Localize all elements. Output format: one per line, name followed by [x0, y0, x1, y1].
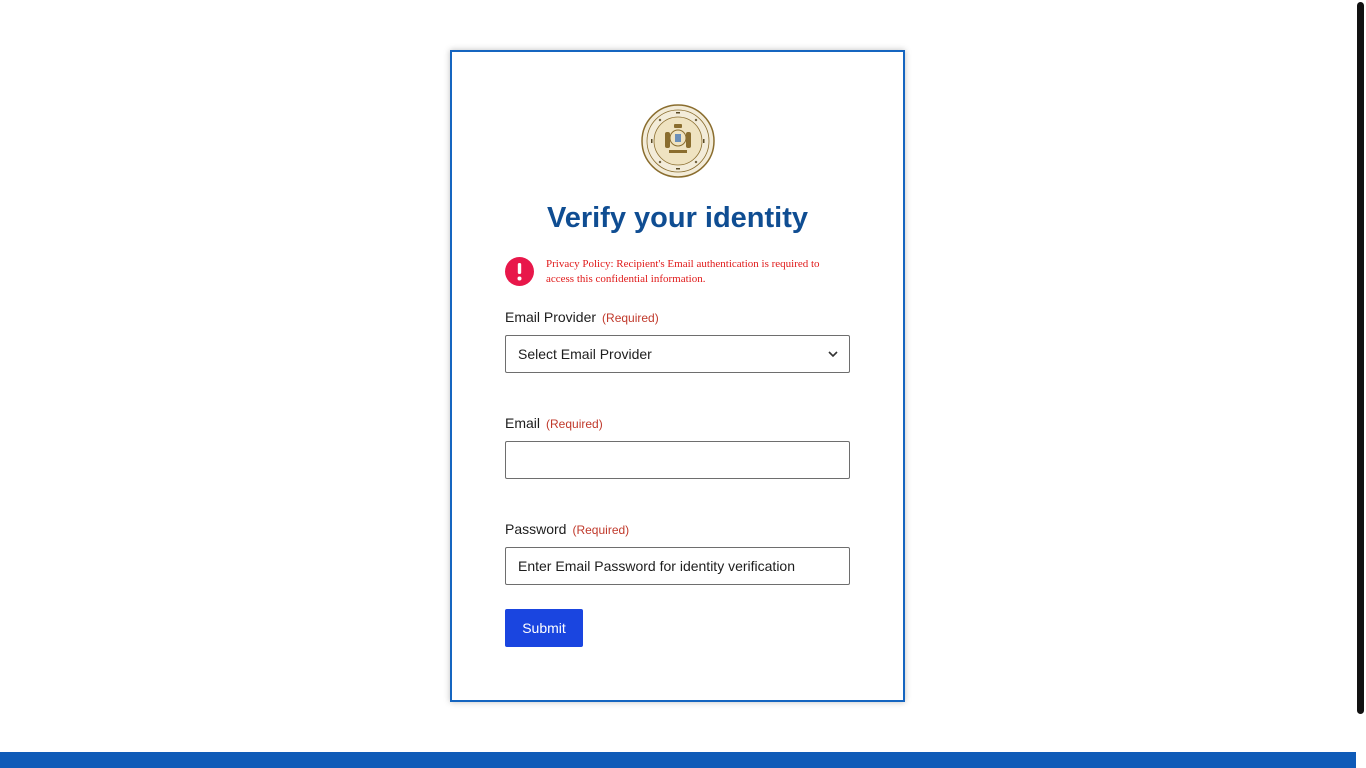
- required-indicator: (Required): [572, 523, 630, 537]
- password-field: Password (Required): [505, 519, 850, 585]
- email-provider-label: Email Provider: [505, 309, 597, 325]
- email-input[interactable]: [505, 441, 850, 479]
- state-seal-icon: [641, 104, 715, 178]
- privacy-notice: Privacy Policy: Recipient's Email authen…: [505, 257, 850, 293]
- email-label: Email: [505, 415, 541, 431]
- required-indicator: (Required): [602, 311, 659, 325]
- chevron-down-icon: [828, 351, 838, 358]
- footer-bar: [0, 752, 1356, 768]
- submit-button[interactable]: Submit: [505, 609, 583, 647]
- password-input[interactable]: [505, 547, 850, 585]
- scrollbar-thumb[interactable]: [1357, 2, 1364, 714]
- password-label: Password: [505, 521, 567, 537]
- scrollbar[interactable]: [1356, 0, 1366, 768]
- email-provider-select[interactable]: Select Email Provider: [505, 335, 850, 373]
- exclamation-circle-icon: [505, 257, 534, 286]
- email-provider-field: Email Provider (Required) Select Email Pr…: [505, 307, 850, 373]
- verification-card: Verify your identity Privacy Policy: Rec…: [450, 50, 905, 702]
- required-indicator: (Required): [546, 417, 603, 431]
- email-provider-selected: Select Email Provider: [518, 346, 652, 362]
- page: Verify your identity Privacy Policy: Rec…: [0, 0, 1366, 768]
- page-title: Verify your identity: [546, 202, 809, 234]
- email-field: Email (Required): [505, 413, 850, 479]
- privacy-notice-text: Privacy Policy: Recipient's Email authen…: [546, 258, 820, 285]
